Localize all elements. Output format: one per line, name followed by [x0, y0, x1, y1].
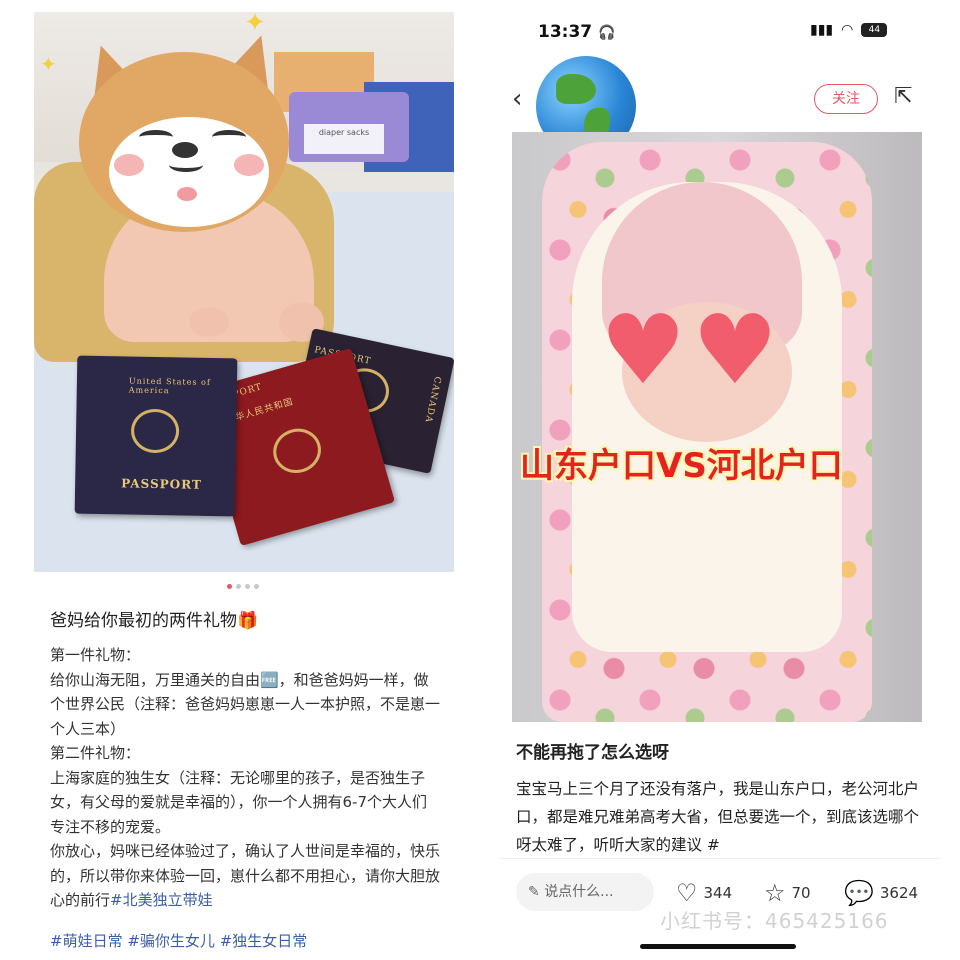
shiba-cheek [114, 154, 144, 176]
like-button[interactable]: ♡ 344 [676, 879, 732, 907]
us-passport-issuer: United States of America [128, 376, 211, 396]
sparkle-icon: ✦ [244, 12, 266, 38]
follow-button[interactable]: 关注 [814, 84, 878, 114]
body-paragraph: 给你山海无阻，万里通关的自由🆓，和爸爸妈妈一样，做个世界公民（注释：爸爸妈妈崽崽… [50, 670, 441, 738]
pencil-icon: ✎ [528, 884, 540, 900]
gift-icon: 🎁 [237, 611, 259, 631]
heart-sticker-icon: ♥ [600, 294, 687, 406]
shiba-nose [172, 142, 198, 158]
china-emblem-icon [267, 423, 327, 479]
chevron-left-icon[interactable]: ‹ [512, 84, 522, 114]
carousel-dot[interactable] [245, 584, 250, 589]
hashtag-row: #萌娃日常 #骗你生女儿 #独生女日常 [50, 930, 307, 951]
shiba-mouth [169, 158, 203, 172]
shiba-cheek [234, 154, 264, 176]
carousel-dot[interactable] [227, 584, 232, 589]
share-icon[interactable]: ⇱ [894, 84, 912, 109]
image-overlay-text: 山东户口VS河北户口 [520, 446, 843, 486]
comment-button[interactable]: 💬 3624 [844, 879, 918, 907]
divider [500, 858, 940, 859]
heart-icon: ♡ [676, 879, 698, 907]
collect-count: 70 [791, 884, 811, 902]
comment-bubble-icon: 💬 [844, 879, 874, 907]
hashtag-link[interactable]: #骗你生女儿 [127, 932, 215, 950]
collect-button[interactable]: ☆ 70 [764, 879, 811, 907]
shiba-eye [212, 130, 246, 144]
canada-passport-label: CANADA [422, 375, 443, 424]
us-eagle-emblem-icon [130, 408, 180, 454]
hashtag-link[interactable]: #独生女日常 [220, 932, 308, 950]
body-paragraph: 你放心，妈咪已经体验过了，确认了人世间是幸福的，快乐的，所以带你来体验一回，崽什… [50, 839, 440, 913]
carousel-indicator [227, 584, 259, 589]
hashtag-link[interactable]: #萌娃日常 [50, 932, 123, 950]
status-icons: ▮▮▮ ◠ 44 [810, 22, 888, 38]
left-post-title-text: 爸妈给你最初的两件礼物 [50, 611, 237, 631]
wifi-icon: ◠ [841, 22, 854, 38]
battery-icon: 44 [861, 23, 888, 37]
baby-hand [189, 307, 229, 337]
comment-input[interactable]: ✎ 说点什么... [516, 873, 654, 911]
like-count: 344 [703, 884, 733, 902]
left-post: diaper sacks ✦ ✦ CANADA PASSPORT 中华人民共和国… [0, 0, 480, 960]
carousel-dot[interactable] [254, 584, 259, 589]
body-paragraph: 上海家庭的独生女（注释：无论哪里的孩子，是否独生子女，有父母的爱就是幸福的），你… [50, 768, 428, 836]
diaper-sacks-label: diaper sacks [304, 124, 384, 154]
us-passport-label: PASSPORT [121, 476, 202, 492]
heart-sticker-icon: ♥ [692, 294, 779, 406]
us-passport: United States of America PASSPORT [74, 355, 238, 517]
carousel-dot[interactable] [236, 584, 241, 589]
body-paragraph-text: 你放心，妈咪已经体验过了，确认了人世间是幸福的，快乐的，所以带你来体验一回，崽什… [50, 842, 441, 909]
left-post-photo[interactable]: diaper sacks ✦ ✦ CANADA PASSPORT 中华人民共和国… [34, 12, 454, 572]
headphones-icon: 🎧 [598, 25, 616, 41]
shiba-eye [139, 130, 173, 144]
sparkle-icon: ✦ [40, 52, 57, 76]
comment-count: 3624 [879, 884, 919, 902]
globe-land [556, 74, 596, 104]
right-post-photo[interactable]: ♥ ♥ 山东户口VS河北户口 [512, 132, 922, 722]
hashtag-link[interactable]: #北美独立带娃 [110, 891, 213, 909]
right-post-body: 宝宝马上三个月了还没有落户，我是山东户口，老公河北户口，都是难兄难弟高考大省，但… [516, 780, 920, 853]
right-post-title: 不能再拖了怎么选呀 [516, 743, 669, 763]
shiba-tongue [177, 187, 197, 201]
status-time-text: 13:37 [538, 22, 593, 42]
left-post-title: 爸妈给你最初的两件礼物🎁 [50, 606, 258, 631]
body-paragraph: 第二件礼物： [50, 744, 141, 762]
body-paragraph: 第一件礼物： [50, 646, 141, 664]
right-post: 13:37 🎧 ▮▮▮ ◠ 44 ‹ 关注 ⇱ ♥ ♥ 山东户口VS河北户口 不… [480, 0, 960, 960]
home-indicator[interactable] [640, 944, 796, 949]
left-post-body: 第一件礼物： 给你山海无阻，万里通关的自由🆓，和爸爸妈妈一样，做个世界公民（注释… [50, 643, 440, 913]
star-icon: ☆ [764, 879, 786, 907]
cellular-signal-icon: ▮▮▮ [810, 22, 834, 38]
comment-placeholder: 说点什么... [544, 884, 614, 900]
status-time: 13:37 🎧 [538, 22, 615, 42]
watermark: 小红书号：465425166 [660, 909, 889, 933]
